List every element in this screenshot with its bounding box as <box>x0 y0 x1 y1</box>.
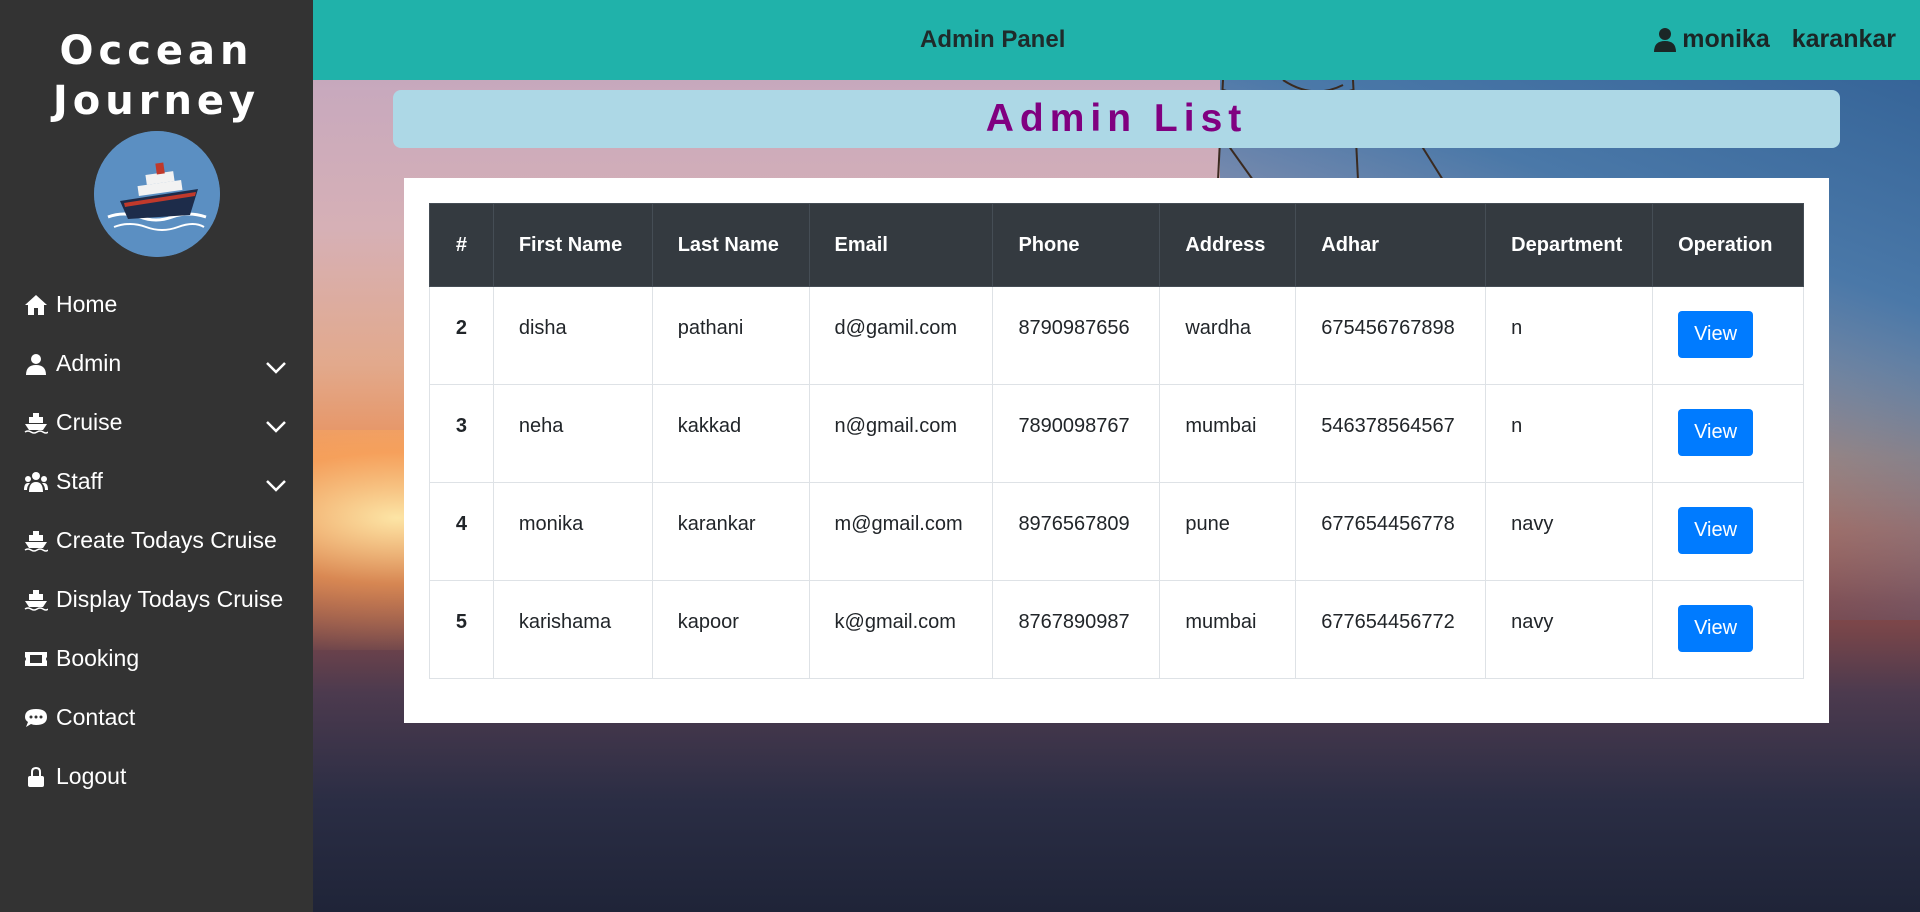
cell-department: n <box>1485 384 1654 483</box>
column-header: Department <box>1485 203 1654 287</box>
cell-department: navy <box>1485 580 1654 679</box>
user-first-name: monika <box>1682 25 1770 53</box>
cruise-ship-logo <box>94 131 220 257</box>
sidebar-item-label: Staff <box>56 468 103 494</box>
cell-phone: 8767890987 <box>992 580 1161 679</box>
user-icon <box>1654 27 1677 52</box>
cell-address: mumbai <box>1159 580 1297 679</box>
cell-id: 2 <box>429 286 494 385</box>
sidebar-item-label: Home <box>56 291 118 317</box>
cell-phone: 7890098767 <box>992 384 1161 483</box>
column-header: Email <box>808 203 994 287</box>
sidebar-item-label: Cruise <box>56 409 123 435</box>
table-row: 4 monika karankar m@gmail.com 8976567809… <box>429 482 1804 581</box>
brand-title: Occean Journey <box>0 26 313 126</box>
column-header: # <box>429 203 494 287</box>
cell-phone: 8790987656 <box>992 286 1161 385</box>
chevron-down-icon[interactable] <box>265 472 287 492</box>
cell-phone: 8976567809 <box>992 482 1161 581</box>
cell-email: k@gmail.com <box>808 580 994 679</box>
cell-id: 4 <box>429 482 494 581</box>
cell-first-name: monika <box>492 482 653 581</box>
sidebar-item-booking[interactable]: Booking <box>0 629 313 688</box>
cell-department: n <box>1485 286 1654 385</box>
cell-email: n@gmail.com <box>808 384 994 483</box>
table-row: 5 karishama kapoor k@gmail.com 876789098… <box>429 580 1804 679</box>
column-header: Last Name <box>651 203 810 287</box>
chevron-down-icon[interactable] <box>265 413 287 433</box>
sidebar-nav: Home Admin Cruise Staff Create Todays Cr… <box>0 275 313 806</box>
brand-line-2: Journey <box>52 78 261 124</box>
cell-operation: View <box>1652 580 1804 679</box>
admin-table: # First Name Last Name Email Phone Addre… <box>429 203 1804 679</box>
column-header: Address <box>1159 203 1297 287</box>
cell-address: mumbai <box>1159 384 1297 483</box>
cell-operation: View <box>1652 286 1804 385</box>
ship-icon <box>24 411 52 435</box>
cell-first-name: karishama <box>492 580 653 679</box>
cell-department: navy <box>1485 482 1654 581</box>
chat-icon <box>24 706 52 730</box>
column-header: Phone <box>992 203 1161 287</box>
cell-email: d@gamil.com <box>808 286 994 385</box>
cell-operation: View <box>1652 482 1804 581</box>
table-header-row: # First Name Last Name Email Phone Addre… <box>429 203 1804 287</box>
cell-adhar: 675456767898 <box>1295 286 1487 385</box>
cell-last-name: kakkad <box>651 384 810 483</box>
sidebar-item-cruise[interactable]: Cruise <box>0 393 313 452</box>
column-header: First Name <box>492 203 653 287</box>
column-header: Adhar <box>1295 203 1487 287</box>
ship-icon <box>24 529 52 553</box>
sidebar-item-label: Display Todays Cruise <box>56 586 284 612</box>
sidebar-item-logout[interactable]: Logout <box>0 747 313 806</box>
view-button[interactable]: View <box>1678 605 1754 652</box>
sidebar-item-label: Logout <box>56 763 127 789</box>
cell-address: wardha <box>1159 286 1297 385</box>
sidebar-item-label: Admin <box>56 350 122 376</box>
cell-id: 5 <box>429 580 494 679</box>
sidebar-item-staff[interactable]: Staff <box>0 452 313 511</box>
cell-address: pune <box>1159 482 1297 581</box>
sidebar-item-label: Create Todays Cruise <box>56 527 277 553</box>
user-last-name: karankar <box>1791 25 1896 53</box>
admin-table-card: # First Name Last Name Email Phone Addre… <box>404 178 1829 723</box>
user-menu[interactable]: monika karankar <box>1654 25 1896 54</box>
cell-adhar: 677654456778 <box>1295 482 1487 581</box>
brand-line-1: Occean <box>59 28 254 74</box>
cell-operation: View <box>1652 384 1804 483</box>
cell-first-name: disha <box>492 286 653 385</box>
view-button[interactable]: View <box>1678 507 1754 554</box>
lock-icon <box>24 765 52 789</box>
cell-email: m@gmail.com <box>808 482 994 581</box>
user-icon <box>24 352 52 376</box>
page-title: Admin List <box>393 90 1840 148</box>
sidebar-item-contact[interactable]: Contact <box>0 688 313 747</box>
view-button[interactable]: View <box>1678 311 1754 358</box>
top-bar: Admin Panel monika karankar <box>313 0 1920 80</box>
cell-adhar: 546378564567 <box>1295 384 1487 483</box>
cell-last-name: pathani <box>651 286 810 385</box>
table-row: 3 neha kakkad n@gmail.com 7890098767 mum… <box>429 384 1804 483</box>
cell-first-name: neha <box>492 384 653 483</box>
sidebar-item-create-todays-cruise[interactable]: Create Todays Cruise <box>0 511 313 570</box>
cell-adhar: 677654456772 <box>1295 580 1487 679</box>
sidebar-item-label: Contact <box>56 704 136 730</box>
panel-title: Admin Panel <box>920 26 1066 53</box>
sidebar-item-display-todays-cruise[interactable]: Display Todays Cruise <box>0 570 313 629</box>
chevron-down-icon[interactable] <box>265 354 287 374</box>
home-icon <box>24 293 52 317</box>
ticket-icon <box>24 647 52 671</box>
table-row: 2 disha pathani d@gamil.com 8790987656 w… <box>429 286 1804 385</box>
view-button[interactable]: View <box>1678 409 1754 456</box>
sidebar-item-label: Booking <box>56 645 140 671</box>
cell-last-name: karankar <box>651 482 810 581</box>
sidebar-item-admin[interactable]: Admin <box>0 334 313 393</box>
sidebar: Occean Journey Home Admin Cruise Staff C… <box>0 0 313 912</box>
column-header: Operation <box>1652 203 1804 287</box>
sidebar-item-home[interactable]: Home <box>0 275 313 334</box>
cell-id: 3 <box>429 384 494 483</box>
users-icon <box>24 470 52 494</box>
cell-last-name: kapoor <box>651 580 810 679</box>
ship-icon <box>24 588 52 612</box>
